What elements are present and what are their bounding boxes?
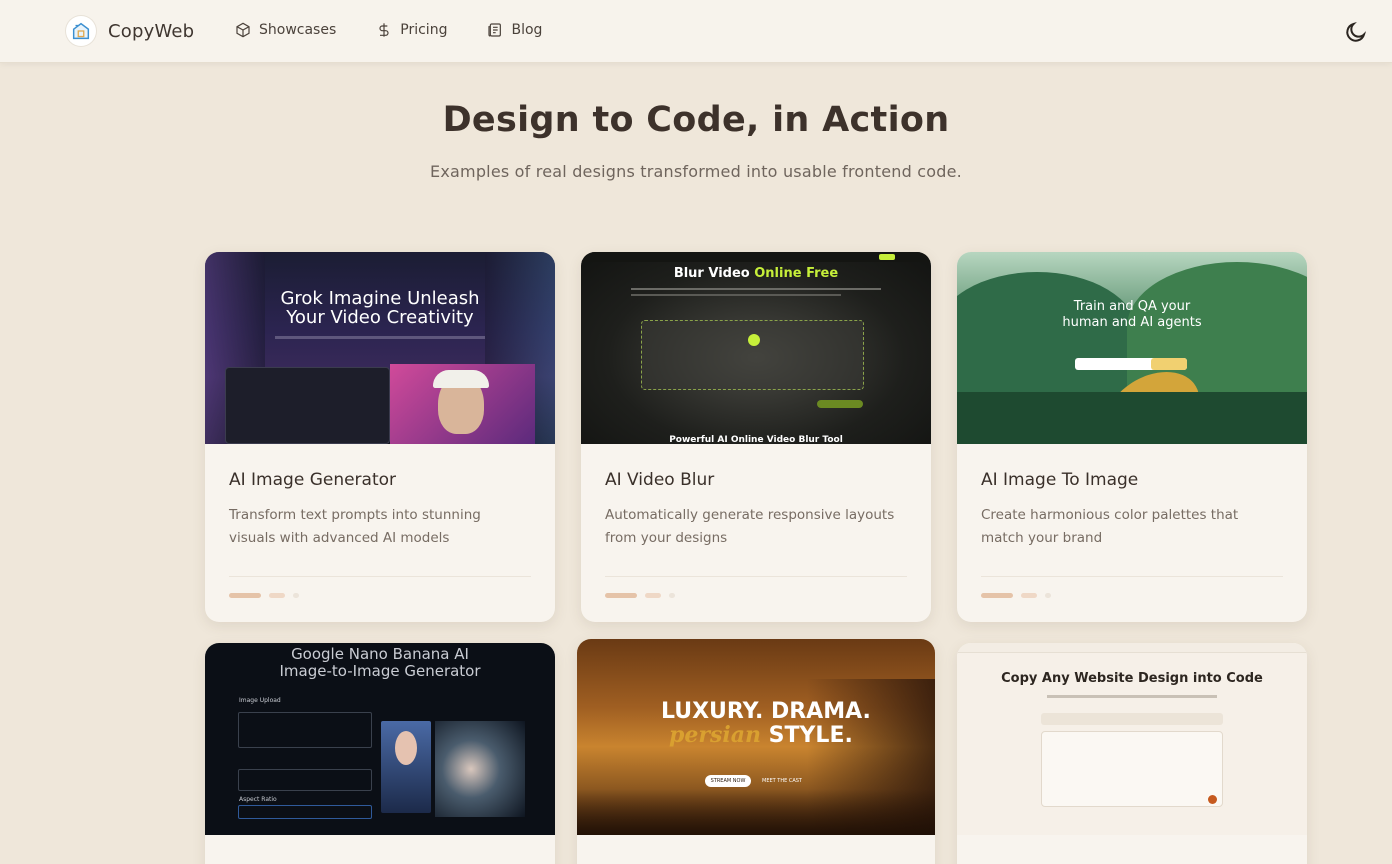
- dot: [645, 593, 661, 598]
- copyweb-logo-icon: [66, 16, 96, 46]
- card-thumbnail: Blur Video Online Free Powerful AI Onlin…: [581, 252, 931, 444]
- nav-link-label: Showcases: [259, 22, 337, 38]
- brand-link[interactable]: CopyWeb: [66, 16, 194, 46]
- card-thumbnail: Google Nano Banana AI Image-to-Image Gen…: [205, 643, 555, 835]
- card-progress-dots: [981, 577, 1283, 622]
- thumb-button: STREAM NOW: [705, 775, 751, 787]
- nav-links: Showcases Pricing Blog: [235, 22, 542, 38]
- card-thumbnail: Copy Any Website Design into Code: [957, 643, 1307, 835]
- page-title: Design to Code, in Action: [442, 100, 950, 140]
- thumb-headline: LUXURY. DRAMA.: [661, 699, 871, 724]
- thumb-headline: Google Nano Banana AI: [291, 645, 469, 663]
- dot: [981, 593, 1013, 598]
- dot: [605, 593, 637, 598]
- card-title: AI Image To Image: [981, 470, 1139, 490]
- nav-link-label: Pricing: [400, 22, 448, 38]
- nav-link-label: Blog: [511, 22, 543, 38]
- thumb-label: Aspect Ratio: [239, 796, 277, 803]
- dot: [269, 593, 285, 598]
- card-title: AI Image Generator: [229, 470, 397, 490]
- theme-toggle-button[interactable]: [1344, 20, 1368, 44]
- newspaper-icon: [488, 23, 502, 37]
- card-title: AI Video Blur: [605, 470, 715, 490]
- moon-icon: [1346, 21, 1367, 42]
- showcase-card-ai-image-generator[interactable]: Grok Imagine Unleash Your Video Creativi…: [205, 252, 555, 622]
- thumb-headline: Your Video Creativity: [286, 307, 474, 328]
- thumb-headline: Train and QA your: [1073, 299, 1191, 314]
- dollar-icon: [379, 23, 389, 37]
- card-thumbnail: LUXURY. DRAMA. persian STYLE. STREAM NOW…: [577, 639, 935, 835]
- showcase-card-ai-image-to-image[interactable]: Train and QA your human and AI agents AI…: [957, 252, 1307, 622]
- card-thumbnail: Grok Imagine Unleash Your Video Creativi…: [205, 252, 555, 444]
- thumb-label: Image Upload: [239, 697, 281, 704]
- thumb-headline: human and AI agents: [1062, 315, 1202, 330]
- thumb-headline: Blur Video Online Free: [673, 266, 839, 281]
- showcase-card-ai-video-blur[interactable]: Blur Video Online Free Powerful AI Onlin…: [581, 252, 931, 622]
- showcase-card-persian-style[interactable]: LUXURY. DRAMA. persian STYLE. STREAM NOW…: [577, 639, 935, 864]
- page-subtitle: Examples of real designs transformed int…: [430, 162, 962, 181]
- thumb-footer: Powerful AI Online Video Blur Tool: [669, 435, 843, 444]
- card-thumbnail: Train and QA your human and AI agents: [957, 252, 1307, 444]
- dot: [229, 593, 261, 598]
- nav-link-blog[interactable]: Blog: [487, 22, 542, 38]
- nav-link-showcases[interactable]: Showcases: [235, 22, 336, 38]
- dot: [669, 593, 675, 598]
- thumb-headline: Grok Imagine Unleash: [280, 288, 480, 309]
- nav-link-pricing[interactable]: Pricing: [376, 22, 447, 38]
- cube-icon: [236, 22, 250, 38]
- thumb-headline: Copy Any Website Design into Code: [1001, 671, 1263, 686]
- card-description: Create harmonious color palettes that ma…: [981, 507, 1239, 546]
- thumb-button: MEET THE CAST: [762, 778, 802, 784]
- dot: [293, 593, 299, 598]
- top-navbar: CopyWeb Showcases Pricing Blog: [0, 0, 1392, 63]
- showcase-card-nano-banana[interactable]: Google Nano Banana AI Image-to-Image Gen…: [205, 643, 555, 864]
- brand-name: CopyWeb: [108, 20, 195, 42]
- showcase-card-copyweb[interactable]: Copy Any Website Design into Code: [957, 643, 1307, 864]
- card-progress-dots: [605, 577, 907, 622]
- dot: [1045, 593, 1051, 598]
- card-description: Transform text prompts into stunning vis…: [229, 507, 481, 546]
- card-description: Automatically generate responsive layout…: [605, 507, 895, 546]
- dot: [1021, 593, 1037, 598]
- thumb-headline: Image-to-Image Generator: [279, 662, 481, 680]
- card-progress-dots: [229, 577, 531, 622]
- thumb-headline: persian STYLE.: [669, 722, 853, 748]
